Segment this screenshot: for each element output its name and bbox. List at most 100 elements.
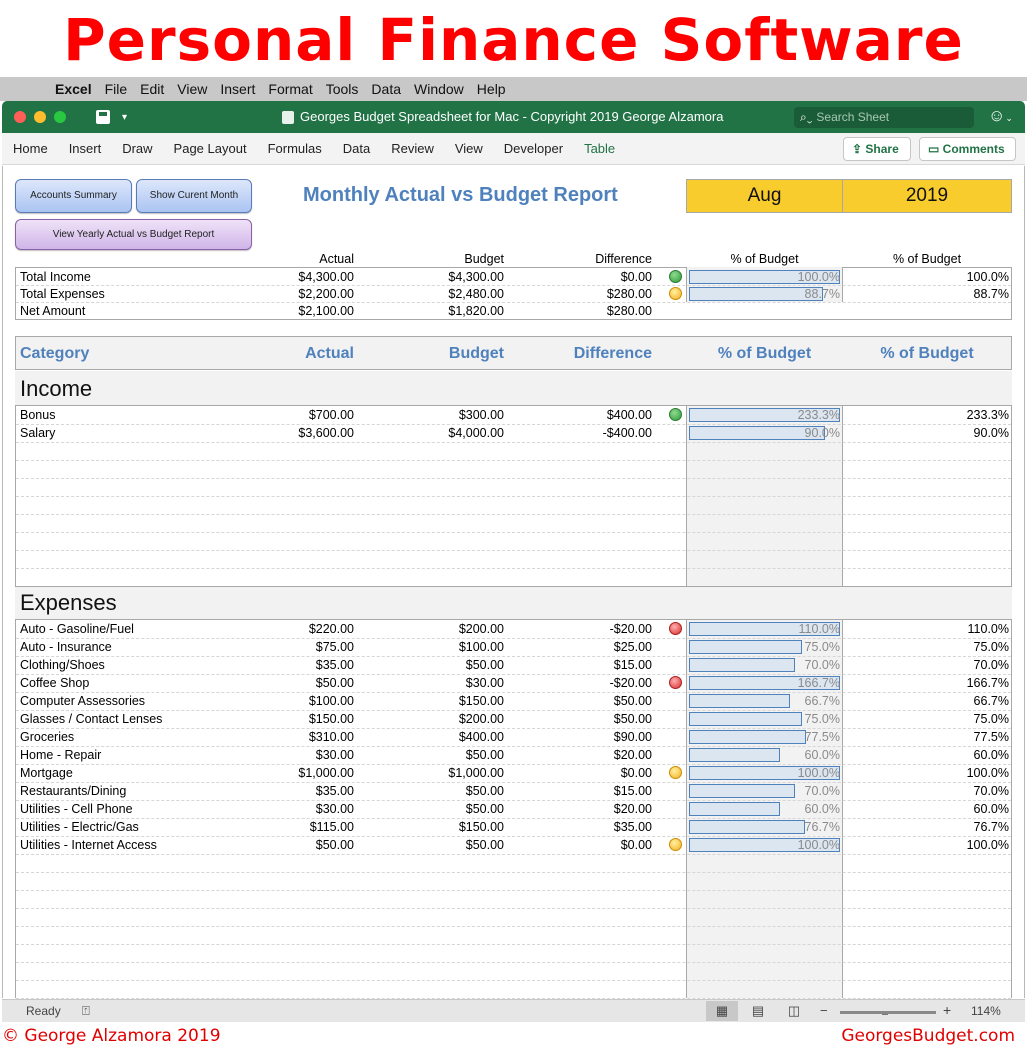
row-actual: $30.00 [315,802,354,816]
window-titlebar: ▾ Georges Budget Spreadsheet for Mac - C… [2,101,1025,133]
tab-page-layout[interactable]: Page Layout [174,141,247,156]
share-button[interactable]: ⇪ Share [843,137,911,161]
row-divider [16,550,1011,551]
show-current-month-button[interactable]: Show Curent Month [136,179,252,213]
row-budget: $150.00 [458,694,504,708]
summary-header-difference: Difference [595,252,652,266]
row-actual: $3,600.00 [298,426,354,440]
row-label: Glasses / Contact Lenses [20,712,163,726]
zoom-window-button[interactable] [54,111,66,123]
menu-edit[interactable]: Edit [140,81,164,97]
search-sheet-input[interactable]: ⌕⌄ Search Sheet [794,107,974,128]
row-pct-of-budget: 70.0% [973,784,1009,798]
row-pct-of-budget: 76.7% [973,820,1009,834]
menu-data[interactable]: Data [371,81,401,97]
search-icon: ⌕⌄ [800,110,813,124]
tab-home[interactable]: Home [13,141,48,156]
page-break-view-icon[interactable]: ◫ [778,1001,810,1021]
tab-insert[interactable]: Insert [69,141,102,156]
row-divider [16,478,1011,479]
tab-developer[interactable]: Developer [504,141,563,156]
menu-window[interactable]: Window [414,81,464,97]
customize-toolbar-icon[interactable]: ▾ [122,112,127,123]
menu-file[interactable]: File [105,81,128,97]
window-title: Georges Budget Spreadsheet for Mac - Cop… [300,109,724,124]
row-difference: $15.00 [613,658,652,672]
row-pct-of-budget [889,302,1009,320]
menu-tools[interactable]: Tools [326,81,359,97]
row-label: Coffee Shop [20,676,90,690]
zoom-level[interactable]: 114% [971,1004,1001,1018]
accounts-summary-button[interactable]: Accounts Summary [15,179,132,213]
row-difference: $35.00 [613,820,652,834]
row-budget: $400.00 [458,730,504,744]
row-divider [16,818,1011,819]
row-difference: $280.00 [606,287,652,301]
data-bar-label: 70.0% [804,658,840,672]
row-label: Total Income [20,270,91,284]
mac-menubar: Excel File Edit View Insert Format Tools… [0,77,1027,101]
summary-header-budget: Budget [464,252,504,266]
row-difference: $0.00 [620,270,652,284]
menu-insert[interactable]: Insert [220,81,255,97]
tab-draw[interactable]: Draw [122,141,152,156]
data-bar-label: 100.0% [797,838,840,852]
row-divider [16,710,1011,711]
data-bar-label: 110.0% [798,622,840,636]
zoom-slider-thumb[interactable] [882,1007,889,1015]
normal-view-icon[interactable]: ▦ [706,1001,738,1021]
close-window-button[interactable] [14,111,26,123]
row-divider [16,962,1011,963]
tab-table[interactable]: Table [584,141,615,156]
feedback-smiley-icon[interactable]: ☺⌄ [988,106,1013,126]
month-cell[interactable]: Aug [686,179,843,213]
minimize-window-button[interactable] [34,111,46,123]
save-icon[interactable] [96,110,110,124]
row-actual: $310.00 [308,730,354,744]
data-bar-label: 100.0% [797,270,840,284]
tab-view[interactable]: View [455,141,483,156]
row-actual: $115.00 [309,820,354,834]
header-budget: Budget [448,345,504,362]
row-divider [16,872,1011,873]
tab-review[interactable]: Review [391,141,434,156]
year-cell[interactable]: 2019 [842,179,1012,213]
zoom-out-button[interactable]: − [820,1003,828,1018]
data-bar-label: 75.0% [804,712,840,726]
income-section-header [15,371,1012,406]
accessibility-icon[interactable]: ⍐ [82,1003,90,1019]
ribbon-tabs: Home Insert Draw Page Layout Formulas Da… [2,133,1025,165]
data-bar-label: 75.0% [804,640,840,654]
menu-help[interactable]: Help [477,81,506,97]
menu-app-excel[interactable]: Excel [55,81,92,97]
comments-button[interactable]: ▭ Comments [919,137,1016,161]
row-difference: $0.00 [620,838,652,852]
row-label: Clothing/Shoes [20,658,105,672]
data-bar-label: 233.3% [797,408,840,422]
row-budget: $50.00 [465,838,504,852]
row-divider [16,728,1011,729]
row-divider [16,854,1011,855]
row-divider [16,656,1011,657]
row-divider [16,424,1011,425]
row-difference: $400.00 [606,408,652,422]
zoom-in-button[interactable]: + [943,1002,951,1018]
status-text: Ready [26,1004,61,1018]
status-indicator-green-icon [669,270,682,283]
tab-data[interactable]: Data [343,141,370,156]
row-pct-of-budget: 70.0% [973,658,1009,672]
view-yearly-report-button[interactable]: View Yearly Actual vs Budget Report [15,219,252,250]
row-divider [16,460,1011,461]
row-label: Total Expenses [20,287,105,301]
row-divider [16,980,1011,981]
menu-view[interactable]: View [177,81,207,97]
row-difference: $15.00 [613,784,652,798]
page-layout-view-icon[interactable]: ▤ [742,1001,774,1021]
row-divider [16,532,1011,533]
status-indicator-red-icon [669,676,682,689]
tab-formulas[interactable]: Formulas [268,141,322,156]
website-link[interactable]: GeorgesBudget.com [841,1026,1015,1046]
menu-format[interactable]: Format [268,81,312,97]
worksheet[interactable]: Accounts Summary Show Curent Month View … [2,166,1025,999]
row-budget: $4,000.00 [448,426,504,440]
